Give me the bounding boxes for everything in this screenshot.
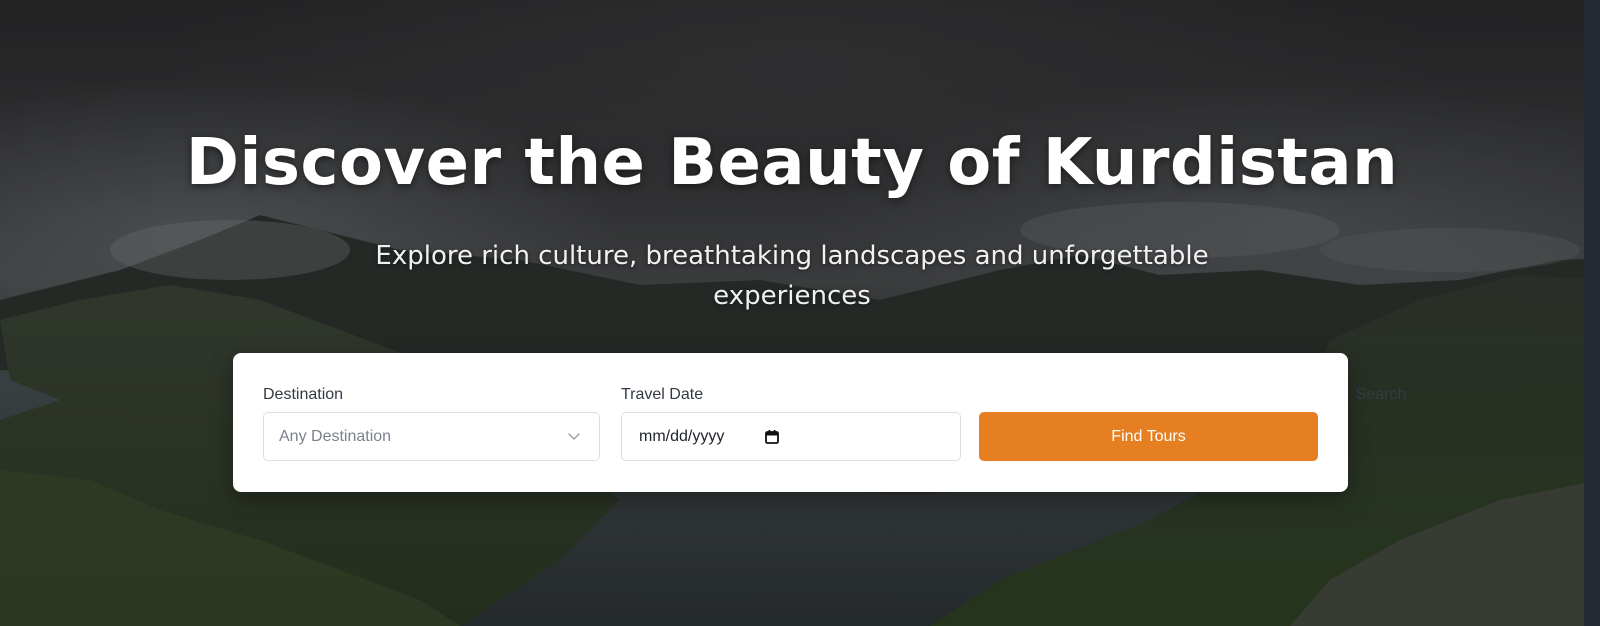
travel-date-placeholder: mm/dd/yyyy	[639, 428, 725, 445]
hero-title: Discover the Beauty of Kurdistan	[185, 126, 1399, 200]
chevron-down-icon	[568, 433, 580, 440]
destination-select-value: Any Destination	[279, 428, 392, 445]
calendar-icon[interactable]	[764, 429, 780, 445]
travel-date-input[interactable]: mm/dd/yyyy	[621, 412, 961, 461]
travel-date-label: Travel Date	[621, 386, 704, 403]
destination-select[interactable]: Any Destination	[263, 412, 600, 461]
tour-search-card: Destination Travel Date Search Any Desti…	[233, 353, 1406, 492]
search-label: Search	[1355, 386, 1407, 403]
hero-content: Discover the Beauty of Kurdistan Explore…	[0, 0, 1600, 626]
destination-label: Destination	[263, 386, 344, 403]
hero-section: Discover the Beauty of Kurdistan Explore…	[0, 0, 1600, 626]
find-tours-button[interactable]: Find Tours	[979, 412, 1318, 461]
hero-subtitle: Explore rich culture, breathtaking lands…	[375, 241, 1209, 311]
